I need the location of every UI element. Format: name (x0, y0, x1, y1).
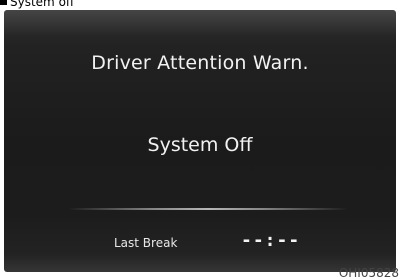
caption-text: System off (10, 0, 75, 9)
figure-caption: System off (0, 0, 74, 9)
last-break-value: --:-- (241, 230, 301, 251)
square-bullet-icon (0, 0, 7, 5)
figure-code: OHI05828 (338, 266, 399, 278)
cluster-display: Driver Attention Warn. System Off Last B… (4, 10, 396, 272)
last-break-label: Last Break (114, 236, 178, 250)
divider-line (68, 208, 348, 210)
page: System off Driver Attention Warn. System… (0, 0, 399, 278)
display-title: Driver Attention Warn. (91, 52, 309, 74)
system-status: System Off (147, 134, 253, 156)
